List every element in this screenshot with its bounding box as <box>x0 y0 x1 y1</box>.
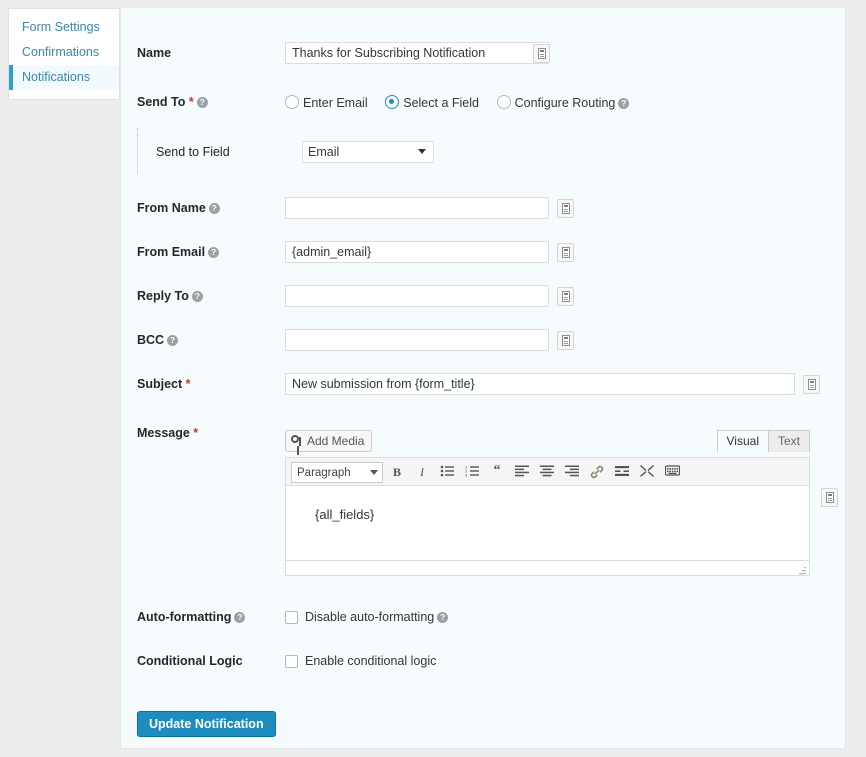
radio-label: Select a Field <box>403 96 479 110</box>
sidebar-item-label: Notifications <box>22 70 91 84</box>
send-to-label: Send To *? <box>137 95 208 109</box>
notification-settings-panel: Name Send To *? Enter Email Select a Fie… <box>120 8 846 749</box>
help-icon[interactable]: ? <box>618 98 630 109</box>
name-label: Name <box>137 46 172 60</box>
link-icon[interactable] <box>587 462 607 483</box>
merge-tag-icon-reply-to[interactable] <box>557 287 574 306</box>
help-icon[interactable]: ? <box>208 203 220 214</box>
enable-conditional-logic-label[interactable]: Enable conditional logic <box>305 654 436 668</box>
radio-enter-email[interactable]: Enter Email <box>285 95 368 110</box>
conditional-logic-label: Conditional Logic <box>137 654 243 668</box>
read-more-icon[interactable] <box>612 462 632 483</box>
bcc-input[interactable] <box>285 329 549 351</box>
help-icon[interactable]: ? <box>234 612 246 623</box>
auto-formatting-label: Auto-formatting? <box>137 610 246 624</box>
svg-text:B: B <box>393 465 401 479</box>
merge-tag-icon-from-name[interactable] <box>557 199 574 218</box>
radio-circle-icon <box>385 95 400 109</box>
merge-tag-icon-bcc[interactable] <box>557 331 574 350</box>
sidebar-item-label: Confirmations <box>22 45 100 59</box>
send-to-field-select[interactable]: Email <box>302 141 434 163</box>
send-to-radio-group: Enter Email Select a Field Configure Rou… <box>285 95 643 110</box>
help-icon[interactable]: ? <box>196 97 208 108</box>
editor-mode-tabs: Visual Text <box>716 430 810 452</box>
send-to-field-group: Send to Field Email <box>137 128 558 174</box>
resize-handle-icon[interactable] <box>797 564 807 575</box>
name-input[interactable] <box>285 42 549 64</box>
radio-circle-icon <box>496 95 511 109</box>
from-email-label: From Email? <box>137 245 220 259</box>
editor-status-bar <box>285 561 810 576</box>
fullscreen-icon[interactable] <box>637 462 657 483</box>
svg-text:“: “ <box>494 465 501 477</box>
editor-toolbar: Paragraph B I 1 2 3 “ <box>285 457 810 486</box>
reply-to-label: Reply To? <box>137 289 203 303</box>
help-icon[interactable]: ? <box>208 247 220 258</box>
bold-icon[interactable]: B <box>387 462 407 483</box>
radio-circle-icon <box>285 95 299 109</box>
settings-subnav: Form Settings Confirmations Notification… <box>8 8 120 100</box>
help-icon[interactable]: ? <box>167 335 179 346</box>
tab-text[interactable]: Text <box>767 430 810 452</box>
required-marker: * <box>185 377 191 391</box>
disable-auto-formatting-label[interactable]: Disable auto-formatting? <box>305 610 449 624</box>
merge-tag-icon-subject[interactable] <box>803 375 820 394</box>
svg-text:I: I <box>419 465 425 479</box>
help-icon[interactable]: ? <box>191 291 203 302</box>
toolbar-toggle-icon[interactable] <box>662 462 682 483</box>
merge-tag-icon-message[interactable] <box>821 488 838 507</box>
bcc-label: BCC? <box>137 333 179 347</box>
radio-select-a-field[interactable]: Select a Field <box>385 95 479 110</box>
italic-icon[interactable]: I <box>412 462 432 483</box>
radio-label: Enter Email <box>303 96 368 110</box>
send-to-field-label: Send to Field <box>156 145 230 159</box>
editor-content-area[interactable]: {all_fields} <box>285 486 810 561</box>
svg-text:3: 3 <box>465 473 468 477</box>
bulleted-list-icon[interactable] <box>437 462 457 483</box>
sidebar-item-confirmations[interactable]: Confirmations <box>9 40 119 65</box>
required-marker: * <box>193 426 199 440</box>
from-email-input[interactable] <box>285 241 549 263</box>
from-name-input[interactable] <box>285 197 549 219</box>
sidebar-item-form-settings[interactable]: Form Settings <box>9 15 119 40</box>
add-media-label: Add Media <box>307 434 365 448</box>
subject-label: Subject * <box>137 377 191 391</box>
radio-label: Configure Routing <box>514 96 616 110</box>
from-name-label: From Name? <box>137 201 220 215</box>
merge-tag-icon-name[interactable] <box>533 44 550 63</box>
message-editor: Add Media Visual Text Paragraph B I 1 2 … <box>285 430 810 576</box>
numbered-list-icon[interactable]: 1 2 3 <box>462 462 482 483</box>
blockquote-icon[interactable]: “ <box>487 462 507 483</box>
align-right-icon[interactable] <box>562 462 582 483</box>
message-label: Message * <box>137 426 199 440</box>
required-marker: * <box>188 95 194 109</box>
merge-tag-icon-from-email[interactable] <box>557 243 574 262</box>
add-media-button[interactable]: Add Media <box>285 430 373 452</box>
add-media-icon <box>291 435 304 447</box>
subject-input[interactable] <box>285 373 795 395</box>
radio-configure-routing[interactable]: Configure Routing? <box>496 95 630 110</box>
help-icon[interactable]: ? <box>437 612 449 623</box>
align-left-icon[interactable] <box>512 462 532 483</box>
enable-conditional-logic-checkbox[interactable] <box>285 655 298 668</box>
paragraph-format-select[interactable]: Paragraph <box>291 462 383 483</box>
disable-auto-formatting-checkbox[interactable] <box>285 611 298 624</box>
update-notification-button[interactable]: Update Notification <box>137 711 276 737</box>
reply-to-input[interactable] <box>285 285 549 307</box>
sidebar-item-label: Form Settings <box>22 20 100 34</box>
align-center-icon[interactable] <box>537 462 557 483</box>
editor-body-text: {all_fields} <box>315 507 375 522</box>
editor-media-bar: Add Media Visual Text <box>285 430 810 457</box>
tab-visual[interactable]: Visual <box>716 430 769 452</box>
sidebar-item-notifications[interactable]: Notifications <box>9 65 119 90</box>
